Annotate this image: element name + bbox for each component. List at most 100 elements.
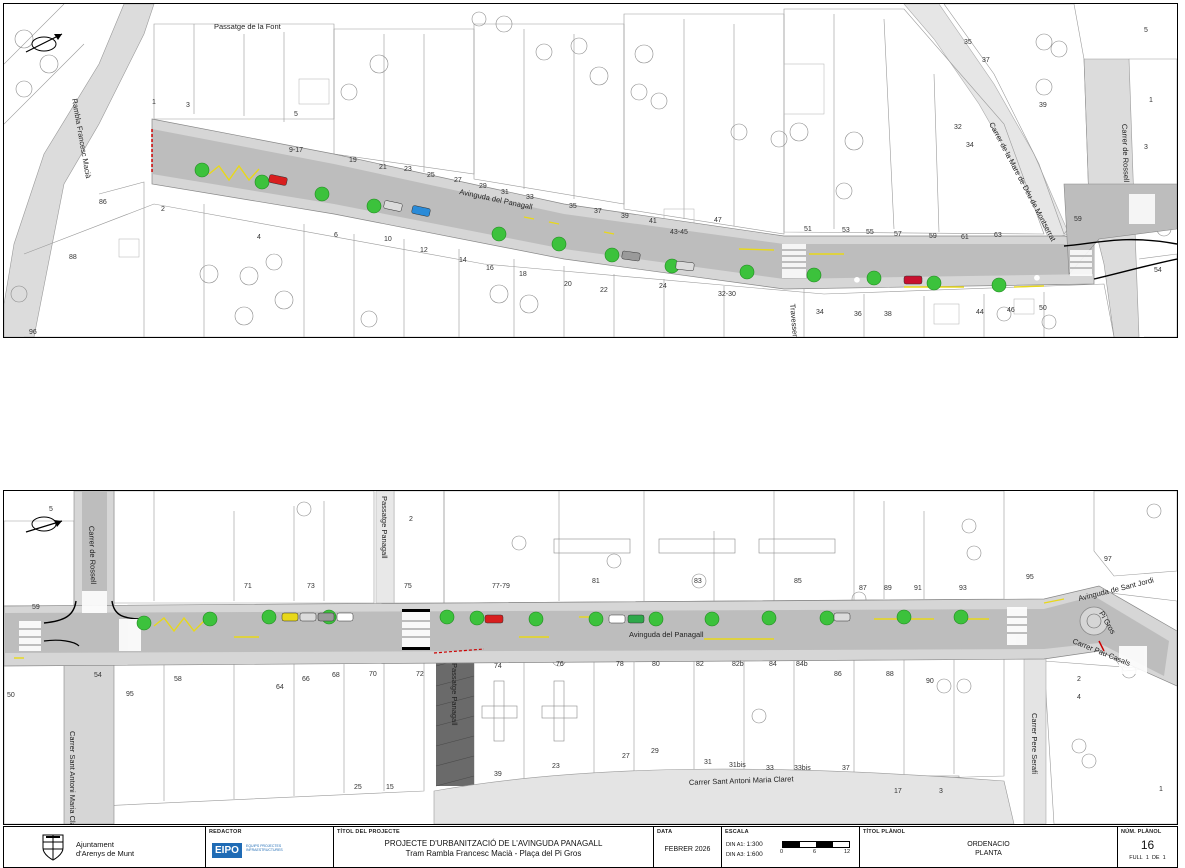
svg-text:85: 85 — [794, 578, 802, 585]
svg-text:50: 50 — [7, 692, 15, 699]
svg-text:61: 61 — [961, 234, 969, 241]
svg-text:95: 95 — [1026, 574, 1034, 581]
svg-text:9-17: 9-17 — [289, 147, 303, 154]
svg-text:3: 3 — [186, 102, 190, 109]
svg-text:25: 25 — [354, 784, 362, 791]
svg-text:3: 3 — [939, 788, 943, 795]
street-label-sant-antoni-vertical: Carrer Sant Antoni Maria Claret — [68, 731, 77, 824]
svg-text:74: 74 — [494, 663, 502, 670]
svg-text:75: 75 — [404, 583, 412, 590]
svg-text:50: 50 — [1039, 305, 1047, 312]
project-title-line1: PROJECTE D'URBANITZACIÓ DE L'AVINGUDA PA… — [384, 839, 603, 848]
redactor-small-text: EQUIPS PROJECTES INFRAESTRUCTURES — [246, 844, 283, 852]
svg-text:33: 33 — [526, 194, 534, 201]
svg-text:90: 90 — [926, 678, 934, 685]
redactor-cell: REDACTOR EIPO EQUIPS PROJECTES INFRAESTR… — [206, 827, 334, 867]
svg-text:33bis: 33bis — [794, 765, 811, 772]
svg-text:1: 1 — [152, 99, 156, 106]
svg-text:95: 95 — [126, 691, 134, 698]
plan-title-header: TÍTOL PLÀNOL — [863, 829, 906, 835]
svg-text:3: 3 — [1144, 144, 1148, 151]
svg-text:23: 23 — [552, 763, 560, 770]
svg-text:86: 86 — [99, 199, 107, 206]
svg-text:82: 82 — [696, 661, 704, 668]
svg-text:81: 81 — [592, 578, 600, 585]
svg-text:78: 78 — [616, 661, 624, 668]
svg-text:83: 83 — [694, 578, 702, 585]
date-cell: DATA FEBRER 2026 — [654, 827, 722, 867]
street-label-passatge-south: Passatge Panagall — [450, 663, 459, 726]
svg-text:88: 88 — [69, 254, 77, 261]
svg-text:37: 37 — [982, 57, 990, 64]
scale-tick-0: 0 — [780, 849, 784, 855]
svg-text:5: 5 — [49, 506, 53, 513]
date-header: DATA — [657, 829, 673, 835]
svg-text:59: 59 — [1074, 216, 1082, 223]
svg-text:59: 59 — [929, 233, 937, 240]
svg-text:23: 23 — [404, 166, 412, 173]
svg-text:1: 1 — [1159, 786, 1163, 793]
svg-text:51: 51 — [804, 226, 812, 233]
svg-text:71: 71 — [244, 583, 252, 590]
svg-text:27: 27 — [454, 177, 462, 184]
svg-text:63: 63 — [994, 232, 1002, 239]
house-numbers-north: 59 71 73 75 77-79 81 83 85 87 89 91 93 9… — [32, 516, 1112, 611]
svg-text:84b: 84b — [796, 661, 808, 668]
svg-text:32: 32 — [954, 124, 962, 131]
svg-text:66: 66 — [302, 676, 310, 683]
org-name-line1: Ajuntament — [76, 840, 114, 849]
scale-bar — [782, 841, 850, 848]
svg-text:35: 35 — [569, 203, 577, 210]
svg-text:91: 91 — [914, 585, 922, 592]
svg-text:97: 97 — [1104, 556, 1112, 563]
svg-text:4: 4 — [1077, 694, 1081, 701]
svg-text:46: 46 — [1007, 307, 1015, 314]
redactor-header: REDACTOR — [209, 829, 242, 835]
svg-text:⊕: ⊕ — [854, 277, 860, 284]
sheet-info: FULL 1 DE 1 — [1129, 855, 1166, 861]
svg-text:31bis: 31bis — [729, 762, 746, 769]
plan-title-line2: PLANTA — [975, 850, 1002, 857]
svg-text:20: 20 — [564, 281, 572, 288]
scale-a1-label: DIN A1: — [726, 842, 745, 848]
municipal-shield-icon — [42, 834, 64, 861]
house-numbers-south: 50 54 58 64 66 68 70 72 74 76 78 80 82 8… — [7, 661, 1081, 701]
bottom-plan-panel: Carrer de Rossell Passatge Panagall Avin… — [3, 490, 1178, 825]
scale-a1-value: 1:300 — [746, 841, 763, 848]
street-label-passatge: Passatge Panagall — [380, 496, 389, 559]
svg-text:89: 89 — [884, 585, 892, 592]
street-label-pere-serafi: Carrer Pere Serafí — [1030, 713, 1039, 775]
svg-text:72: 72 — [416, 671, 424, 678]
svg-text:1: 1 — [1149, 97, 1153, 104]
top-plan-map: ⊕ ⊕ Passatge de la Font Rambla Francesc M… — [4, 4, 1177, 337]
svg-text:18: 18 — [519, 271, 527, 278]
svg-text:37: 37 — [594, 208, 602, 215]
svg-text:27: 27 — [622, 753, 630, 760]
svg-text:16: 16 — [486, 265, 494, 272]
svg-text:70: 70 — [369, 671, 377, 678]
top-plan-panel: ⊕ ⊕ Passatge de la Font Rambla Francesc M… — [3, 3, 1178, 338]
svg-text:76: 76 — [556, 661, 564, 668]
scale-cell: ESCALA DIN A1: 1:300 DIN A3: 1:600 0 6 1… — [722, 827, 860, 867]
svg-text:93: 93 — [959, 585, 967, 592]
svg-text:47: 47 — [714, 217, 722, 224]
project-header: TÍTOL DEL PROJECTE — [337, 829, 400, 835]
scale-tick-12: 12 — [844, 849, 851, 855]
org-name-line2: d'Arenys de Munt — [76, 849, 135, 858]
svg-text:38: 38 — [884, 311, 892, 318]
svg-text:77-79: 77-79 — [492, 583, 510, 590]
title-block: Ajuntament d'Arenys de Munt REDACTOR EIP… — [3, 826, 1178, 868]
svg-text:⊕: ⊕ — [1034, 275, 1040, 282]
svg-text:2: 2 — [409, 516, 413, 523]
street-label-passatge-font: Passatge de la Font — [214, 22, 282, 31]
svg-text:12: 12 — [420, 247, 428, 254]
svg-text:17: 17 — [894, 788, 902, 795]
svg-text:87: 87 — [859, 585, 867, 592]
svg-text:34: 34 — [816, 309, 824, 316]
org-cell: Ajuntament d'Arenys de Munt — [4, 827, 206, 867]
svg-text:15: 15 — [386, 784, 394, 791]
plan-title-cell: TÍTOL PLÀNOL ORDENACIO PLANTA — [860, 827, 1118, 867]
project-title-line2: Tram Rambla Francesc Macià - Plaça del P… — [405, 849, 582, 858]
svg-text:2: 2 — [1077, 676, 1081, 683]
bottom-plan-map: Carrer de Rossell Passatge Panagall Avin… — [4, 491, 1177, 824]
